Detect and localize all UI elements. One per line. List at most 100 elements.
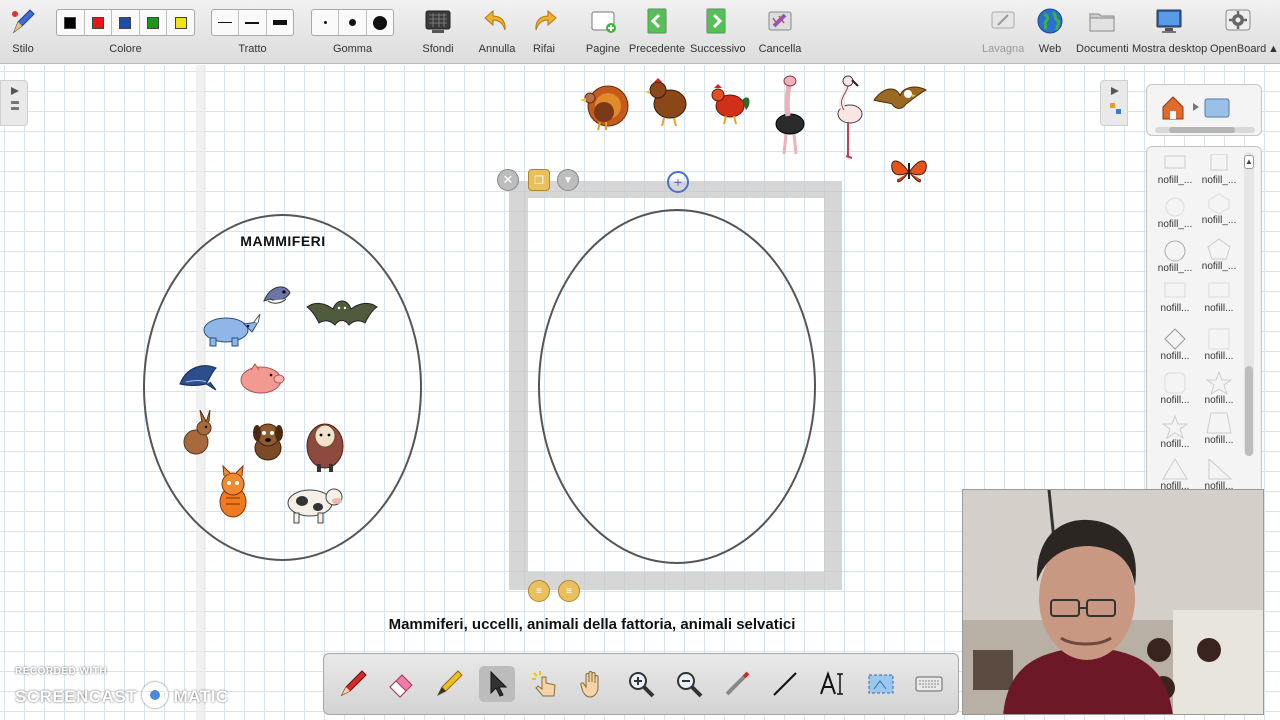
- pen-tool-button[interactable]: [335, 666, 371, 702]
- eraser-tool-button[interactable]: [383, 666, 419, 702]
- library-item[interactable]: nofill_...: [1153, 239, 1197, 274]
- watermark-brand: SCREENCAST MATIC: [15, 682, 229, 708]
- presenter-video: [963, 490, 1263, 714]
- pointer-icon: [490, 670, 508, 697]
- butterfly-clipart[interactable]: [888, 153, 930, 189]
- previous-page-icon: [647, 8, 667, 34]
- library-item[interactable]: nofill...: [1153, 327, 1197, 362]
- line-tool-button[interactable]: [767, 666, 803, 702]
- line-label: Tratto: [238, 43, 267, 55]
- library-item[interactable]: nofill...: [1153, 371, 1197, 406]
- documents-label: Documenti: [1076, 43, 1129, 55]
- folder-icon: [1204, 98, 1230, 118]
- capture-tool-button[interactable]: [863, 666, 899, 702]
- show-desktop-button[interactable]: Mostra desktop: [1132, 0, 1208, 64]
- library-panel-toggle[interactable]: [1100, 80, 1128, 126]
- globe-icon: [1037, 8, 1063, 34]
- zoom-out-button[interactable]: [671, 666, 707, 702]
- dog-clipart[interactable]: [246, 418, 290, 464]
- ostrich-clipart[interactable]: [768, 74, 810, 156]
- pig-clipart[interactable]: [237, 362, 287, 398]
- selector-tool-button[interactable]: [479, 666, 515, 702]
- cat-clipart[interactable]: [214, 464, 252, 520]
- sheep-clipart[interactable]: [303, 416, 347, 474]
- board-label: Lavagna: [982, 43, 1025, 55]
- layer-down-button[interactable]: ≡: [558, 580, 580, 602]
- more-toolbar-button[interactable]: ▲: [1267, 0, 1280, 64]
- pen-icon: [340, 670, 367, 697]
- library-item[interactable]: nofill_...: [1153, 151, 1197, 186]
- duplicate-icon: ❐: [534, 174, 544, 187]
- scroll-up-arrow-icon[interactable]: ▲: [1244, 155, 1254, 169]
- library-item[interactable]: nofill...: [1197, 327, 1241, 362]
- hand-tool-button[interactable]: [575, 666, 611, 702]
- eraser-group: Gomma: [311, 0, 394, 64]
- library-item[interactable]: nofill_...: [1197, 237, 1241, 272]
- openboard-button[interactable]: OpenBoard: [1210, 0, 1266, 64]
- desktop-label: Mostra desktop: [1132, 43, 1208, 55]
- marker-tool-button[interactable]: [431, 666, 467, 702]
- rotate-handle[interactable]: +: [667, 171, 689, 193]
- stylus-button[interactable]: Stilo: [4, 0, 42, 64]
- left-panel-toggle[interactable]: [0, 80, 28, 126]
- library-item[interactable]: nofill...: [1197, 279, 1241, 314]
- rabbit-clipart[interactable]: [178, 410, 218, 458]
- interact-tool-button[interactable]: [527, 666, 563, 702]
- library-item[interactable]: nofill...: [1197, 411, 1241, 446]
- next-label: Successivo: [690, 43, 746, 55]
- eagle-clipart[interactable]: [872, 80, 928, 118]
- board-button[interactable]: Lavagna: [982, 0, 1024, 64]
- undo-button[interactable]: Annulla: [476, 0, 518, 64]
- previous-button[interactable]: Precedente: [628, 0, 686, 64]
- laser-pointer-button[interactable]: [719, 666, 755, 702]
- layer-up-button[interactable]: ≡: [528, 580, 550, 602]
- redo-button[interactable]: Rifai: [524, 0, 564, 64]
- library-item[interactable]: nofill_...: [1197, 191, 1241, 226]
- undo-label: Annulla: [478, 43, 516, 55]
- clear-button[interactable]: Cancella: [758, 0, 802, 64]
- library-item[interactable]: nofill...: [1197, 457, 1241, 489]
- keyboard-icon: [915, 676, 943, 692]
- clear-page-icon: [768, 11, 792, 31]
- turkey-clipart[interactable]: [576, 80, 630, 132]
- mammals-title: MAMMIFERI: [240, 233, 326, 249]
- pages-label: Pagine: [585, 43, 621, 55]
- empty-ellipse[interactable]: [538, 209, 816, 564]
- bat-clipart[interactable]: [305, 293, 379, 331]
- redo-icon: [535, 9, 557, 31]
- clear-label: Cancella: [758, 43, 802, 55]
- next-page-icon: [706, 8, 726, 34]
- library-item[interactable]: nofill...: [1153, 457, 1197, 489]
- dolphin-clipart[interactable]: [176, 358, 222, 394]
- close-selection-button[interactable]: ✕: [497, 169, 519, 191]
- marker-icon: [436, 670, 463, 697]
- library-item[interactable]: nofill...: [1197, 371, 1241, 406]
- eraser-label: Gomma: [332, 43, 373, 55]
- web-button[interactable]: Web: [1032, 0, 1068, 64]
- library-item[interactable]: nofill...: [1153, 279, 1197, 314]
- zoom-in-button[interactable]: [623, 666, 659, 702]
- library-item[interactable]: nofill_...: [1153, 195, 1197, 230]
- line-group: Tratto: [211, 0, 294, 64]
- virtual-keyboard-button[interactable]: [911, 666, 947, 702]
- board-caption[interactable]: Mammiferi, uccelli, animali della fattor…: [340, 616, 844, 633]
- rotate-crosshair-icon: +: [673, 174, 683, 190]
- backgrounds-label: Sfondi: [422, 43, 454, 55]
- rooster-clipart[interactable]: [706, 82, 752, 126]
- next-button[interactable]: Successivo: [690, 0, 746, 64]
- selection-menu-button[interactable]: ▼: [557, 169, 579, 191]
- library-scrollbar-thumb[interactable]: [1245, 366, 1253, 456]
- flamingo-clipart[interactable]: [826, 74, 868, 160]
- zoom-in-icon: [629, 672, 655, 698]
- shark-clipart[interactable]: [260, 279, 294, 313]
- library-item[interactable]: nofill_...: [1197, 151, 1241, 186]
- cow-clipart[interactable]: [282, 479, 344, 525]
- text-tool-button[interactable]: [815, 666, 851, 702]
- duplicate-selection-button[interactable]: ❐: [528, 169, 550, 191]
- rhino-clipart[interactable]: [196, 310, 262, 348]
- hen-clipart[interactable]: [644, 74, 690, 128]
- documents-button[interactable]: Documenti: [1076, 0, 1129, 64]
- backgrounds-button[interactable]: Sfondi: [416, 0, 460, 64]
- pages-button[interactable]: Pagine: [584, 0, 622, 64]
- library-item[interactable]: nofill...: [1153, 415, 1197, 450]
